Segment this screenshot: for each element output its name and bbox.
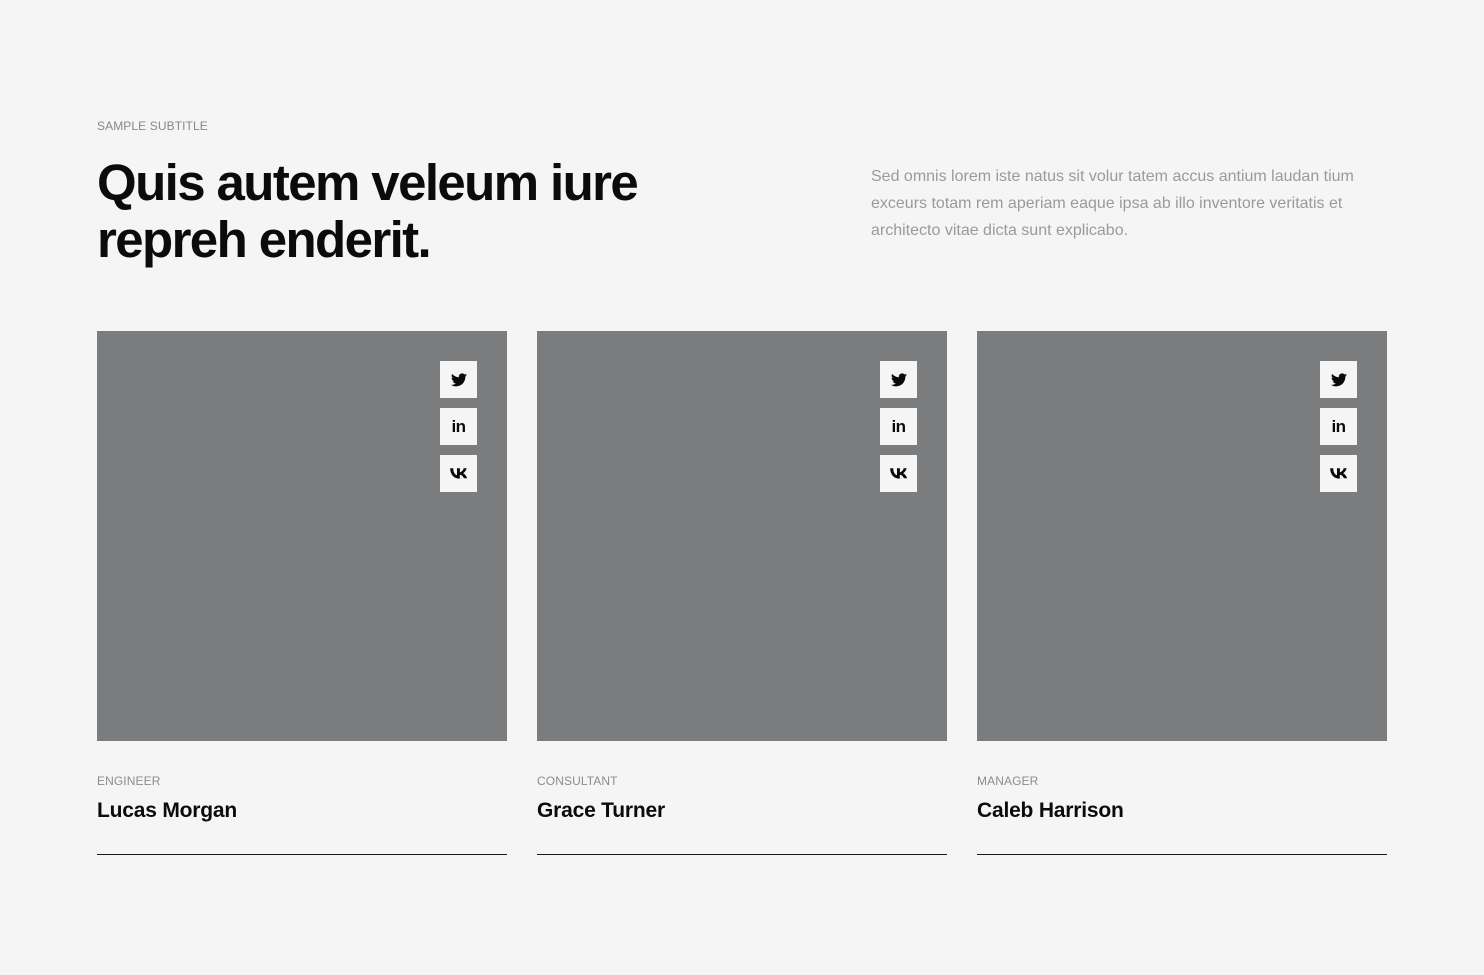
member-photo: in (537, 331, 947, 741)
linkedin-link[interactable]: in (880, 408, 917, 445)
twitter-icon (890, 372, 907, 386)
section-title-line-2: repreh enderit. (97, 211, 432, 268)
vk-link[interactable] (440, 455, 477, 492)
linkedin-icon: in (1331, 417, 1346, 436)
linkedin-icon: in (451, 417, 466, 436)
linkedin-link[interactable]: in (1320, 408, 1357, 445)
team-card: in CONSULTANT Grace Turner (537, 331, 947, 855)
linkedin-icon: in (891, 417, 906, 436)
member-photo: in (977, 331, 1387, 741)
twitter-icon (1330, 372, 1347, 386)
team-section: SAMPLE SUBTITLE Quis autem veleum iure r… (97, 0, 1387, 975)
member-name: Lucas Morgan (97, 799, 237, 822)
member-name: Caleb Harrison (977, 799, 1124, 822)
team-card: in ENGINEER Lucas Morgan (97, 331, 507, 855)
section-intro: Sed omnis lorem iste natus sit volur tat… (871, 168, 1354, 239)
twitter-link[interactable] (1320, 361, 1357, 398)
vk-link[interactable] (1320, 455, 1357, 492)
team-card: in MANAGER Caleb Harrison (977, 331, 1387, 855)
member-photo: in (97, 331, 507, 741)
section-title: Quis autem veleum iure repreh enderit. (97, 154, 737, 268)
team-cards: in ENGINEER Lucas Morgan in CONSULTANT G… (97, 331, 1387, 861)
social-links: in (1320, 361, 1357, 502)
card-divider (97, 854, 507, 855)
twitter-icon (450, 372, 467, 386)
vk-icon (889, 468, 907, 479)
social-links: in (440, 361, 477, 502)
card-divider (977, 854, 1387, 855)
vk-icon (449, 468, 467, 479)
member-role: ENGINEER (97, 774, 161, 788)
vk-link[interactable] (880, 455, 917, 492)
twitter-link[interactable] (880, 361, 917, 398)
member-name: Grace Turner (537, 799, 665, 822)
card-divider (537, 854, 947, 855)
vk-icon (1329, 468, 1347, 479)
section-title-line-1: Quis autem veleum iure (97, 154, 639, 211)
twitter-link[interactable] (440, 361, 477, 398)
member-role: CONSULTANT (537, 774, 618, 788)
member-role: MANAGER (977, 774, 1039, 788)
social-links: in (880, 361, 917, 502)
section-subtitle: SAMPLE SUBTITLE (97, 119, 208, 133)
linkedin-link[interactable]: in (440, 408, 477, 445)
